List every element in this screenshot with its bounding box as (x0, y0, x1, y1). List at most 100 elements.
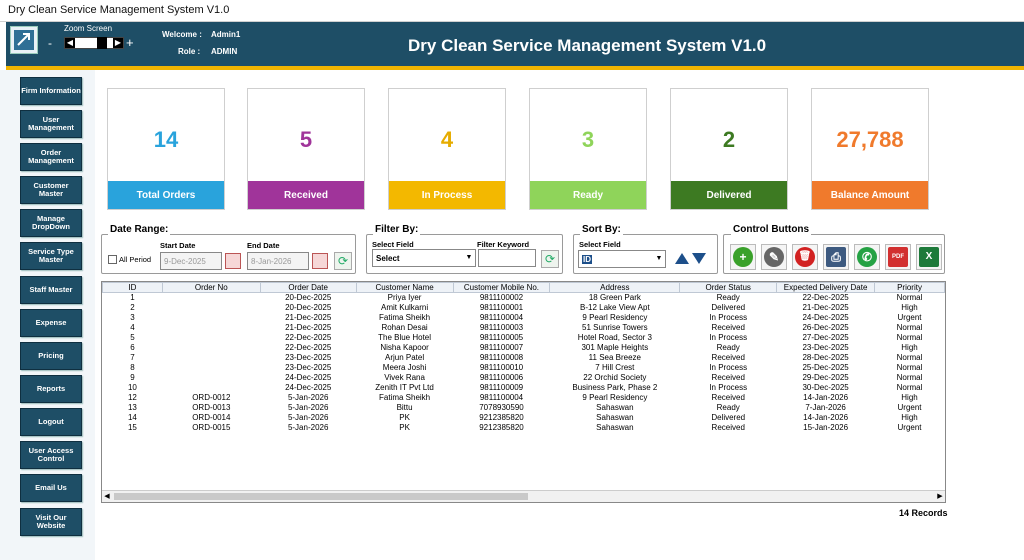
sidebar-item-user-access-control[interactable]: User Access Control (20, 441, 82, 469)
table-cell: Normal (896, 383, 923, 392)
zoom-in-button[interactable]: + (126, 35, 134, 50)
orders-table-body: ID Order No Order Date Customer Name Custome… (102, 282, 945, 433)
sidebar-item-logout[interactable]: Logout (20, 408, 82, 436)
zoom-slider[interactable]: ◀ ▶ (64, 37, 124, 49)
table-cell: 22 Orchid Society (583, 373, 647, 382)
column-header[interactable]: Customer Mobile No. (452, 282, 551, 293)
column-header[interactable]: Address (549, 282, 681, 293)
table-cell: 20-Dec-2025 (285, 293, 332, 303)
table-cell: Normal (896, 363, 923, 372)
column-header[interactable]: Order Status (679, 282, 778, 293)
sort-field-select[interactable]: ID ▼ (578, 250, 666, 268)
table-row[interactable]: 8 23-Dec-2025 Meera Joshi 9811100010 7 Hill … (103, 363, 945, 373)
table-cell: ORD-0014 (192, 413, 231, 422)
table-row[interactable]: 1 20-Dec-2025 Priya Iyer 9811100002 18 Green… (103, 293, 945, 303)
orders-table[interactable]: ID Order No Order Date Customer Name Custome… (101, 281, 946, 503)
refresh-date-icon[interactable]: ⟳ (334, 252, 352, 270)
table-cell: 21-Dec-2025 (802, 303, 849, 312)
scroll-right-icon[interactable]: ▶ (935, 491, 945, 502)
card-value: 27,788 (836, 127, 904, 152)
table-cell (162, 303, 260, 313)
sort-ascending-icon[interactable] (675, 253, 689, 264)
delete-button[interactable]: 🗑 (792, 244, 818, 270)
scrollbar-thumb[interactable] (114, 493, 528, 500)
column-header[interactable]: Expected Delivery Date (776, 282, 876, 293)
filter-keyword-input[interactable] (478, 249, 536, 267)
add-button[interactable]: + (730, 244, 756, 270)
table-cell: Sahaswan (596, 413, 634, 422)
print-button[interactable]: ⎙ (823, 244, 849, 270)
sidebar-item-order-management[interactable]: Order Management (20, 143, 82, 171)
table-row[interactable]: 3 21-Dec-2025 Fatima Sheikh 9811100004 9 Pea… (103, 313, 945, 323)
table-row[interactable]: 10 24-Dec-2025 Zenith IT Pvt Ltd 9811100009… (103, 383, 945, 393)
table-cell: 13 (127, 403, 137, 412)
table-row[interactable]: 9 24-Dec-2025 Vivek Rana 9811100006 22 Orchi… (103, 373, 945, 383)
pdf-button[interactable]: PDF (885, 244, 911, 270)
sidebar-item-customer-master[interactable]: Customer Master (20, 176, 82, 204)
card-total-orders: 14 Total Orders (107, 88, 225, 210)
table-cell: 24-Dec-2025 (285, 383, 332, 392)
date-range-title: Date Range: (108, 224, 171, 235)
start-calendar-icon[interactable] (225, 253, 241, 269)
end-calendar-icon[interactable] (312, 253, 328, 269)
refresh-filter-icon[interactable]: ⟳ (541, 250, 559, 268)
edit-icon: ✎ (764, 247, 784, 267)
role-value: ADMIN (211, 47, 238, 56)
table-cell: Normal (896, 353, 923, 362)
sort-descending-icon[interactable] (692, 253, 706, 264)
table-row[interactable]: 7 23-Dec-2025 Arjun Patel 9811100008 11 Sea … (103, 353, 945, 363)
edit-button[interactable]: ✎ (761, 244, 787, 270)
table-cell: Rohan Desai (381, 323, 428, 332)
scroll-left-icon[interactable]: ◀ (102, 491, 112, 502)
zoom-out-button[interactable]: - (48, 36, 52, 50)
filter-keyword-label: Filter Keyword (477, 240, 530, 249)
app-logo-icon[interactable] (10, 26, 38, 54)
table-cell: 5-Jan-2026 (287, 393, 329, 402)
sidebar-item-reports[interactable]: Reports (20, 375, 82, 403)
table-row[interactable]: 12 ORD-0012 5-Jan-2026 Fatima Sheikh 9811100… (103, 393, 945, 403)
column-header[interactable]: Order Date (259, 282, 357, 293)
filter-title: Filter By: (373, 224, 421, 235)
whatsapp-button[interactable]: ✆ (854, 244, 880, 270)
table-cell: 5 (130, 333, 135, 342)
table-cell: 3 (130, 313, 135, 322)
table-cell (162, 373, 260, 383)
all-period-checkbox[interactable] (108, 255, 117, 264)
filter-field-select[interactable]: Select ▼ (372, 249, 476, 267)
table-row[interactable]: 15 ORD-0015 5-Jan-2026 PK 9212385820 Sahaswan… (103, 423, 945, 433)
sidebar-item-firm-information[interactable]: Firm Information (20, 77, 82, 105)
column-header[interactable]: Customer Name (355, 282, 454, 293)
excel-button[interactable]: X (916, 244, 942, 270)
zoom-right-arrow-icon[interactable]: ▶ (113, 38, 123, 48)
zoom-left-arrow-icon[interactable]: ◀ (65, 38, 75, 48)
sidebar-item-staff-master[interactable]: Staff Master (20, 276, 82, 304)
column-header[interactable]: Priority (874, 282, 945, 293)
column-header[interactable]: ID (102, 282, 163, 293)
filter-field-label: Select Field (372, 240, 414, 249)
print-icon: ⎙ (826, 247, 846, 267)
table-cell: 30-Dec-2025 (802, 383, 849, 392)
table-row[interactable]: 14 ORD-0014 5-Jan-2026 PK 9212385820 Sahaswan… (103, 413, 945, 423)
table-cell: Zenith IT Pvt Ltd (375, 383, 434, 392)
horizontal-scrollbar[interactable]: ◀ ▶ (102, 490, 945, 502)
sidebar-item-user-management[interactable]: User Management (20, 110, 82, 138)
end-date-field[interactable]: 8-Jan-2026 (247, 252, 309, 270)
start-date-field[interactable]: 9-Dec-2025 (160, 252, 222, 270)
zoom-slider-thumb[interactable] (97, 37, 107, 49)
card-label: Ready (530, 181, 646, 209)
sidebar-item-service-type-master[interactable]: Service Type Master (20, 242, 82, 270)
sidebar-item-expense[interactable]: Expense (20, 309, 82, 337)
table-row[interactable]: 4 21-Dec-2025 Rohan Desai 9811100003 51 Sunr… (103, 323, 945, 333)
table-row[interactable]: 2 20-Dec-2025 Amit Kulkarni 9811100001 B-12 … (103, 303, 945, 313)
table-cell: 21-Dec-2025 (285, 313, 332, 322)
table-row[interactable]: 13 ORD-0013 5-Jan-2026 Bittu 7078930590 Sahas… (103, 403, 945, 413)
sidebar-item-pricing[interactable]: Pricing (20, 342, 82, 370)
table-row[interactable]: 5 22-Dec-2025 The Blue Hotel 9811100005 Hote… (103, 333, 945, 343)
table-row[interactable]: 6 22-Dec-2025 Nisha Kapoor 9811100007 301 Ma… (103, 343, 945, 353)
sidebar-item-visit-website[interactable]: Visit Our Website (20, 508, 82, 536)
column-header[interactable]: Order No (161, 282, 261, 293)
sidebar-item-email-us[interactable]: Email Us (20, 474, 82, 502)
table-cell: ORD-0012 (192, 393, 231, 402)
sidebar-item-manage-dropdown[interactable]: Manage DropDown (20, 209, 82, 237)
table-cell: 9 Pearl Residency (582, 393, 648, 402)
